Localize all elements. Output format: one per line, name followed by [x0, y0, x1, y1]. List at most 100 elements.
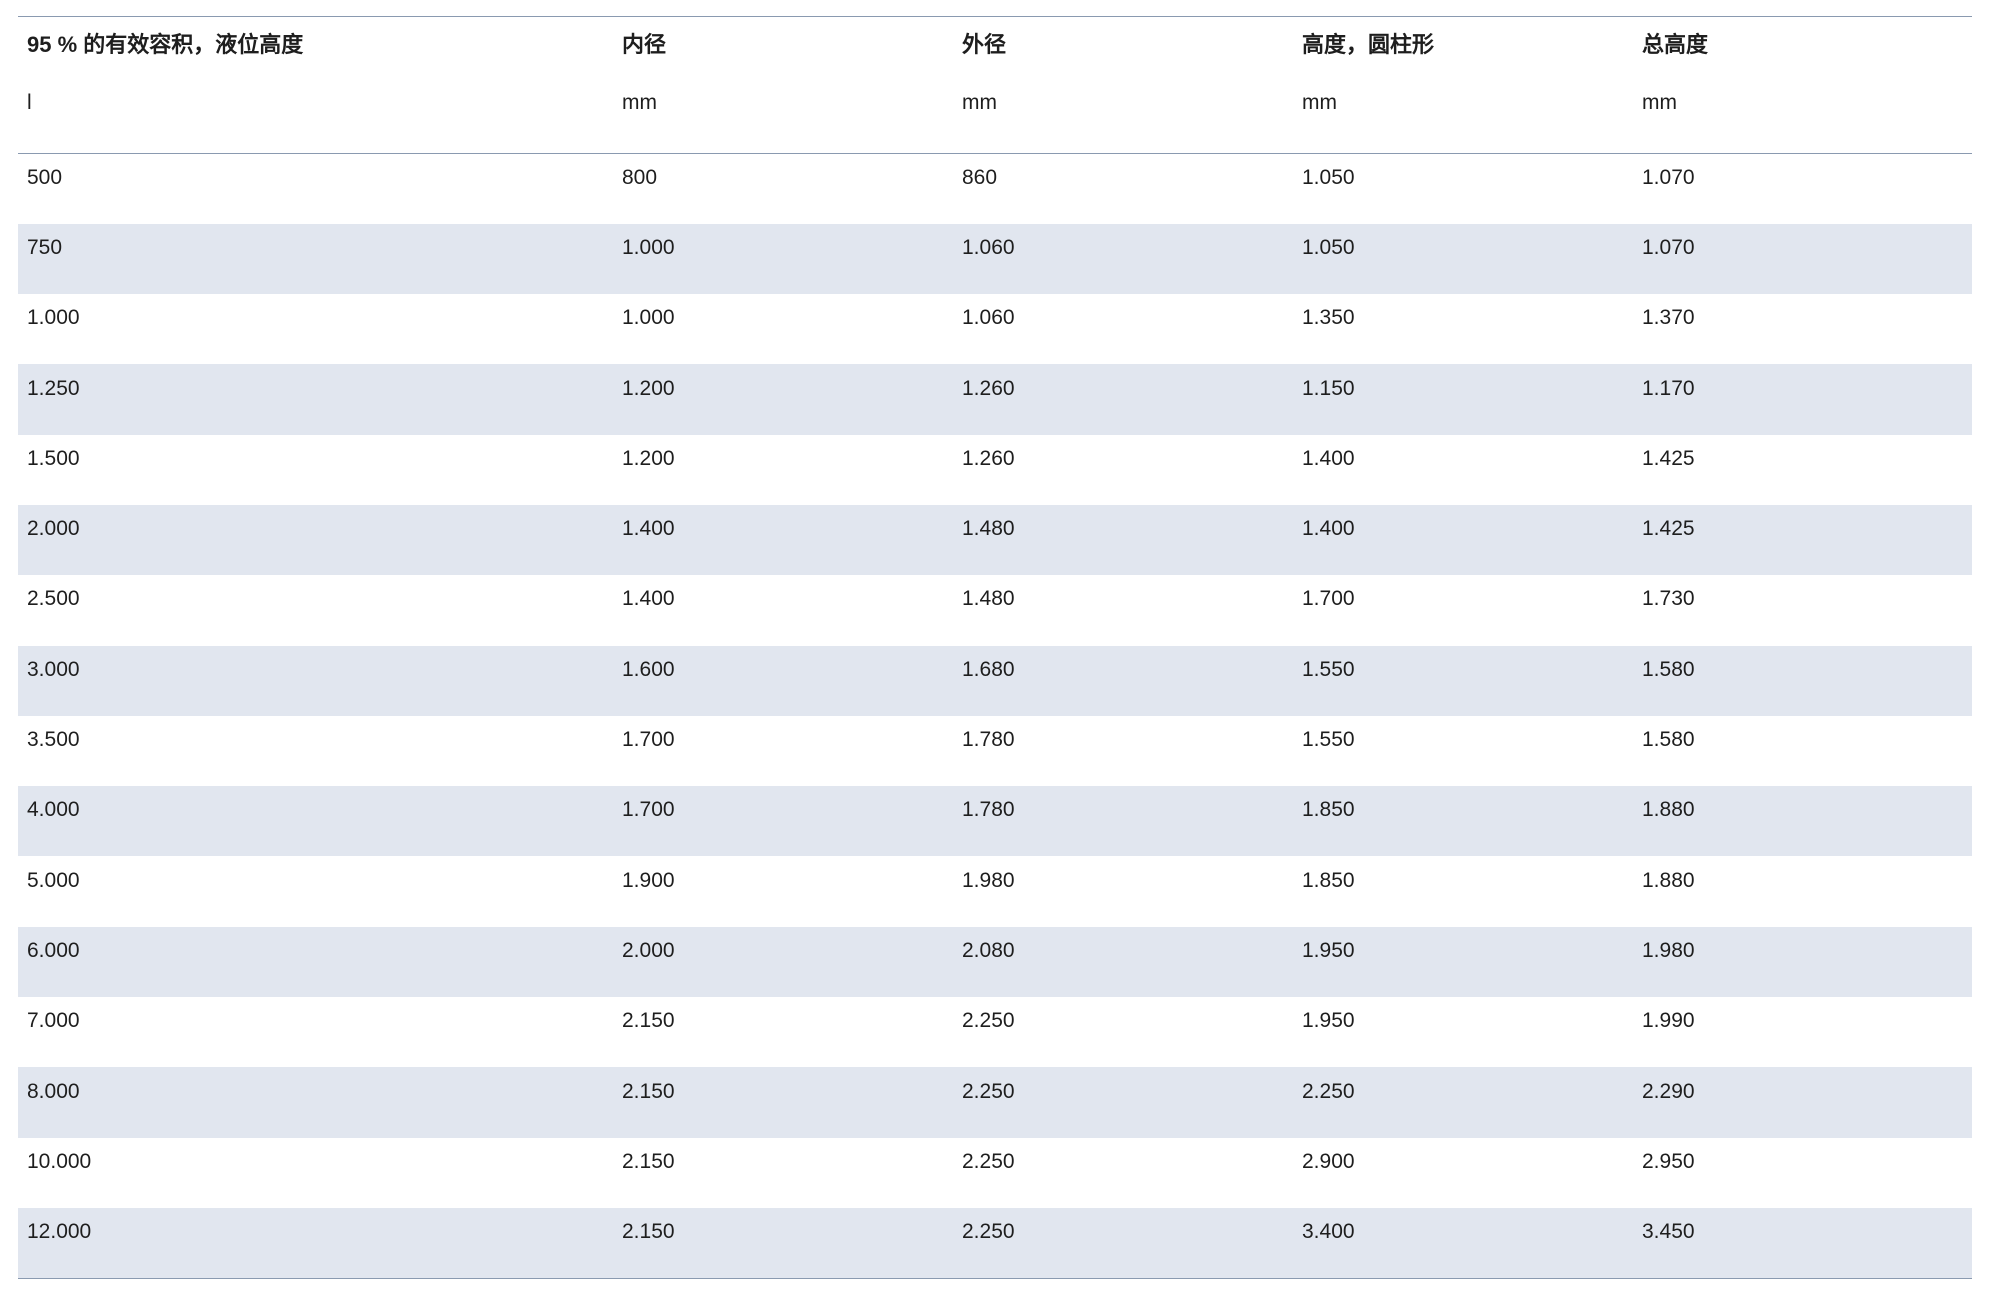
unit-inner-diameter: mm: [613, 79, 953, 154]
cell-outer-diameter: 1.480: [962, 587, 1015, 611]
cell-cylinder-height: 1.950: [1302, 1009, 1355, 1033]
table-row: 8.000 2.150 2.250 2.250 2.290: [18, 1067, 1972, 1138]
cell-outer-diameter: 2.250: [962, 1009, 1015, 1033]
cell-total-height: 1.580: [1642, 657, 1695, 681]
cell-volume: 500: [27, 165, 63, 189]
cell-outer-diameter: 1.260: [962, 376, 1015, 400]
cell-outer-diameter: 1.260: [962, 446, 1015, 470]
table-body: 500 800 860 1.050 1.070 750 1.000 1.060 1.050 1.0…: [18, 154, 1972, 1279]
spec-table-container: 95 % 的有效容积，液位高度 内径 外径 高度，圆柱形 总高度 l mm mm…: [18, 16, 1972, 1280]
table-row: 10.000 2.150 2.250 2.900 2.950: [18, 1138, 1972, 1208]
cell-outer-diameter: 2.250: [962, 1149, 1015, 1173]
table-row: 3.500 1.700 1.780 1.550 1.580: [18, 716, 1972, 786]
unit-volume: l: [18, 79, 613, 154]
cell-inner-diameter: 800: [622, 165, 658, 189]
cell-inner-diameter: 1.000: [622, 306, 675, 330]
cell-volume: 3.500: [27, 728, 80, 752]
table-row: 6.000 2.000 2.080 1.950 1.980: [18, 926, 1972, 998]
cell-total-height: 2.950: [1642, 1149, 1695, 1173]
cell-outer-diameter: 1.480: [962, 517, 1015, 541]
cell-total-height: 1.170: [1642, 376, 1695, 400]
table-row: 5.000 1.900 1.980 1.850 1.880: [18, 856, 1972, 926]
header-volume: 95 % 的有效容积，液位高度: [27, 32, 304, 57]
table-row: 750 1.000 1.060 1.050 1.070: [18, 223, 1972, 295]
cell-total-height: 1.730: [1642, 587, 1695, 611]
cell-volume: 1.250: [27, 376, 80, 400]
cell-outer-diameter: 1.780: [962, 728, 1015, 752]
cell-cylinder-height: 1.400: [1302, 517, 1355, 541]
table-row: 3.000 1.600 1.680 1.550 1.580: [18, 645, 1972, 716]
cell-inner-diameter: 1.000: [622, 235, 675, 259]
cell-cylinder-height: 3.400: [1302, 1220, 1355, 1244]
cell-total-height: 1.990: [1642, 1009, 1695, 1033]
table-row: 7.000 2.150 2.250 1.950 1.990: [18, 997, 1972, 1067]
cell-inner-diameter: 1.400: [622, 587, 675, 611]
cell-inner-diameter: 1.200: [622, 376, 675, 400]
table-row: 1.000 1.000 1.060 1.350 1.370: [18, 294, 1972, 364]
cell-total-height: 1.880: [1642, 868, 1695, 892]
cell-cylinder-height: 1.950: [1302, 938, 1355, 962]
cell-outer-diameter: 1.060: [962, 306, 1015, 330]
header-total-height: 总高度: [1642, 32, 1709, 57]
cell-cylinder-height: 1.050: [1302, 165, 1355, 189]
cell-outer-diameter: 1.980: [962, 868, 1015, 892]
cell-cylinder-height: 2.250: [1302, 1079, 1355, 1103]
cell-cylinder-height: 1.050: [1302, 235, 1355, 259]
cell-cylinder-height: 1.550: [1302, 728, 1355, 752]
cell-inner-diameter: 2.150: [622, 1220, 675, 1244]
header-outer-diameter: 外径: [962, 32, 1007, 57]
unit-total-height: mm: [1633, 79, 1972, 154]
cell-cylinder-height: 1.850: [1302, 868, 1355, 892]
cell-cylinder-height: 1.700: [1302, 587, 1355, 611]
cell-outer-diameter: 2.080: [962, 938, 1015, 962]
cell-total-height: 1.070: [1642, 235, 1695, 259]
cell-volume: 6.000: [27, 938, 80, 962]
unit-cylinder-height: mm: [1293, 79, 1633, 154]
cell-inner-diameter: 2.150: [622, 1149, 675, 1173]
cell-total-height: 1.580: [1642, 728, 1695, 752]
header-inner-diameter: 内径: [622, 32, 667, 57]
cell-outer-diameter: 1.680: [962, 657, 1015, 681]
cell-inner-diameter: 2.150: [622, 1009, 675, 1033]
cell-inner-diameter: 1.200: [622, 446, 675, 470]
cell-volume: 4.000: [27, 798, 80, 822]
cell-volume: 10.000: [27, 1149, 92, 1173]
cell-outer-diameter: 2.250: [962, 1220, 1015, 1244]
cell-inner-diameter: 1.600: [622, 657, 675, 681]
unit-outer-diameter: mm: [953, 79, 1293, 154]
cell-total-height: 3.450: [1642, 1220, 1695, 1244]
cell-inner-diameter: 1.900: [622, 868, 675, 892]
cell-volume: 750: [27, 235, 63, 259]
header-cylinder-height: 高度，圆柱形: [1302, 32, 1435, 57]
cell-volume: 1.500: [27, 446, 80, 470]
cell-outer-diameter: 1.060: [962, 235, 1015, 259]
cell-cylinder-height: 1.850: [1302, 798, 1355, 822]
table-row: 2.500 1.400 1.480 1.700 1.730: [18, 575, 1972, 645]
cell-outer-diameter: 2.250: [962, 1079, 1015, 1103]
cell-cylinder-height: 2.900: [1302, 1149, 1355, 1173]
cell-inner-diameter: 1.400: [622, 517, 675, 541]
cell-inner-diameter: 1.700: [622, 798, 675, 822]
header-row-names: 95 % 的有效容积，液位高度 内径 外径 高度，圆柱形 总高度: [18, 17, 1972, 79]
cell-inner-diameter: 1.700: [622, 728, 675, 752]
cell-total-height: 1.370: [1642, 306, 1695, 330]
table-row: 1.500 1.200 1.260 1.400 1.425: [18, 435, 1972, 505]
table-row: 2.000 1.400 1.480 1.400 1.425: [18, 504, 1972, 576]
spec-table: 95 % 的有效容积，液位高度 内径 外径 高度，圆柱形 总高度 l mm mm…: [18, 17, 1972, 1279]
cell-volume: 5.000: [27, 868, 80, 892]
cell-inner-diameter: 2.000: [622, 938, 675, 962]
cell-total-height: 1.425: [1642, 517, 1695, 541]
cell-total-height: 2.290: [1642, 1079, 1695, 1103]
cell-volume: 12.000: [27, 1220, 92, 1244]
table-row: 500 800 860 1.050 1.070: [18, 154, 1972, 224]
cell-volume: 8.000: [27, 1079, 80, 1103]
table-row: 1.250 1.200 1.260 1.150 1.170: [18, 364, 1972, 435]
header-row-units: l mm mm mm mm: [18, 79, 1972, 154]
table-row: 4.000 1.700 1.780 1.850 1.880: [18, 786, 1972, 857]
cell-volume: 1.000: [27, 306, 80, 330]
cell-inner-diameter: 2.150: [622, 1079, 675, 1103]
cell-outer-diameter: 1.780: [962, 798, 1015, 822]
table-header: 95 % 的有效容积，液位高度 内径 外径 高度，圆柱形 总高度 l mm mm…: [18, 17, 1972, 154]
cell-cylinder-height: 1.350: [1302, 306, 1355, 330]
cell-volume: 7.000: [27, 1009, 80, 1033]
